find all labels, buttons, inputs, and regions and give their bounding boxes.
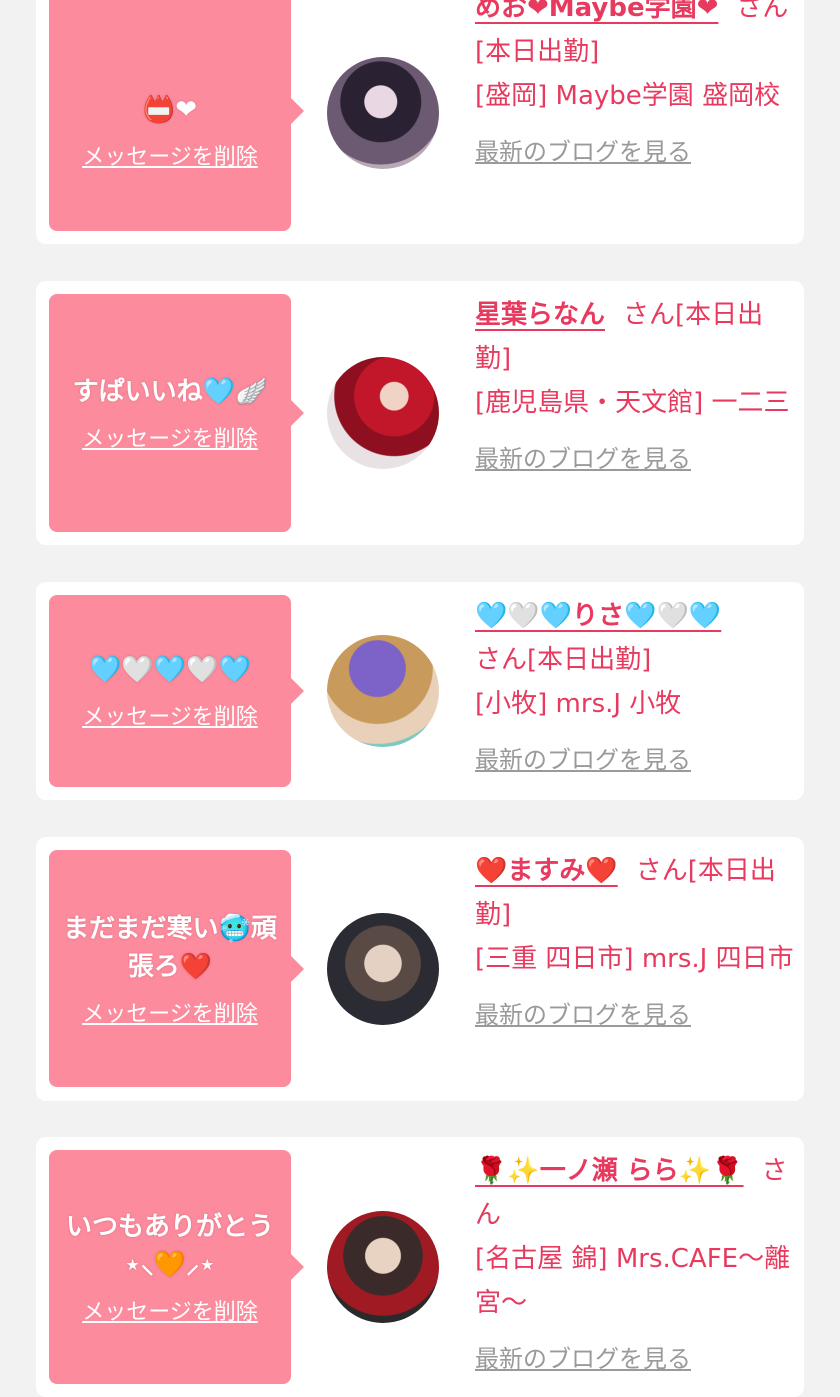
message-text: 🩵🤍🩵🤍🩵 — [89, 655, 251, 685]
cast-name-link[interactable]: めお❤Maybe学園❤ — [475, 0, 718, 23]
delete-message-link[interactable]: メッセージを削除 — [82, 1294, 258, 1326]
message-text: いつもありがとう⋆⸜🧡⸝‍⋆ — [65, 1212, 274, 1280]
cast-status: さん[本日出勤] — [475, 645, 652, 675]
latest-blog-link[interactable]: 最新のブログを見る — [475, 437, 795, 481]
delete-message-link[interactable]: メッセージを削除 — [82, 139, 258, 171]
latest-blog-link[interactable]: 最新のブログを見る — [475, 738, 795, 782]
message-card: いつもありがとう⋆⸜🧡⸝‍⋆ メッセージを削除 🌹✨一ノ瀬 らら✨🌹 さん [名古… — [36, 1137, 804, 1397]
latest-blog-link[interactable]: 最新のブログを見る — [475, 993, 795, 1037]
shop-name: [盛岡] Maybe学園 盛岡校 — [475, 81, 781, 111]
avatar[interactable] — [327, 913, 439, 1025]
message-bubble: すぱいいね🩵🪽 メッセージを削除 — [49, 294, 304, 532]
delete-message-link[interactable]: メッセージを削除 — [82, 699, 258, 731]
shop-name: [小牧] mrs.J 小牧 — [475, 689, 682, 719]
shop-name: [名古屋 錦] Mrs.CAFE〜離宮〜 — [475, 1244, 791, 1318]
message-bubble: まだまだ寒い🥶頑張ろ❤️ メッセージを削除 — [49, 850, 304, 1087]
avatar[interactable] — [327, 635, 439, 747]
cast-name-link[interactable]: ❤️ますみ❤️ — [475, 856, 618, 886]
latest-blog-link[interactable]: 最新のブログを見る — [475, 1337, 795, 1381]
message-bubble: 📛❤ メッセージを削除 — [49, 0, 304, 231]
avatar[interactable] — [327, 1211, 439, 1323]
cast-info: 🩵🤍🩵りさ🩵🤍🩵 さん[本日出勤] [小牧] mrs.J 小牧 最新のブログを見… — [475, 594, 795, 782]
message-card: 🩵🤍🩵🤍🩵 メッセージを削除 🩵🤍🩵りさ🩵🤍🩵 さん[本日出勤] [小牧] mr… — [36, 582, 804, 800]
cast-name-link[interactable]: 🌹✨一ノ瀬 らら✨🌹 — [475, 1156, 744, 1186]
cast-info: 🌹✨一ノ瀬 らら✨🌹 さん [名古屋 錦] Mrs.CAFE〜離宮〜 最新のブログ… — [475, 1149, 795, 1381]
message-card: 📛❤ メッセージを削除 めお❤Maybe学園❤ さん[本日出勤] [盛岡] May… — [36, 0, 804, 244]
avatar[interactable] — [327, 57, 439, 169]
cast-name-link[interactable]: 🩵🤍🩵りさ🩵🤍🩵 — [475, 601, 721, 631]
message-bubble: いつもありがとう⋆⸜🧡⸝‍⋆ メッセージを削除 — [49, 1150, 304, 1384]
delete-message-link[interactable]: メッセージを削除 — [82, 996, 258, 1028]
message-text: すぱいいね🩵🪽 — [72, 377, 268, 407]
delete-message-link[interactable]: メッセージを削除 — [82, 421, 258, 453]
cast-info: めお❤Maybe学園❤ さん[本日出勤] [盛岡] Maybe学園 盛岡校 最新の… — [475, 0, 795, 174]
message-bubble: 🩵🤍🩵🤍🩵 メッセージを削除 — [49, 595, 304, 787]
message-text: まだまだ寒い🥶頑張ろ❤️ — [63, 913, 277, 982]
cast-name-link[interactable]: 星葉らなん — [475, 300, 605, 330]
avatar[interactable] — [327, 357, 439, 469]
shop-name: [鹿児島県・天文館] 一二三 — [475, 388, 790, 418]
shop-name: [三重 四日市] mrs.J 四日市 — [475, 944, 794, 974]
cast-info: ❤️ますみ❤️ さん[本日出勤] [三重 四日市] mrs.J 四日市 最新のブロ… — [475, 849, 795, 1037]
latest-blog-link[interactable]: 最新のブログを見る — [475, 130, 795, 174]
message-card: すぱいいね🩵🪽 メッセージを削除 星葉らなん さん[本日出勤] [鹿児島県・天文館… — [36, 281, 804, 545]
cast-info: 星葉らなん さん[本日出勤] [鹿児島県・天文館] 一二三 最新のブログを見る — [475, 293, 795, 481]
message-text: 📛❤ — [142, 94, 198, 125]
message-card: まだまだ寒い🥶頑張ろ❤️ メッセージを削除 ❤️ますみ❤️ さん[本日出勤] [三… — [36, 837, 804, 1101]
